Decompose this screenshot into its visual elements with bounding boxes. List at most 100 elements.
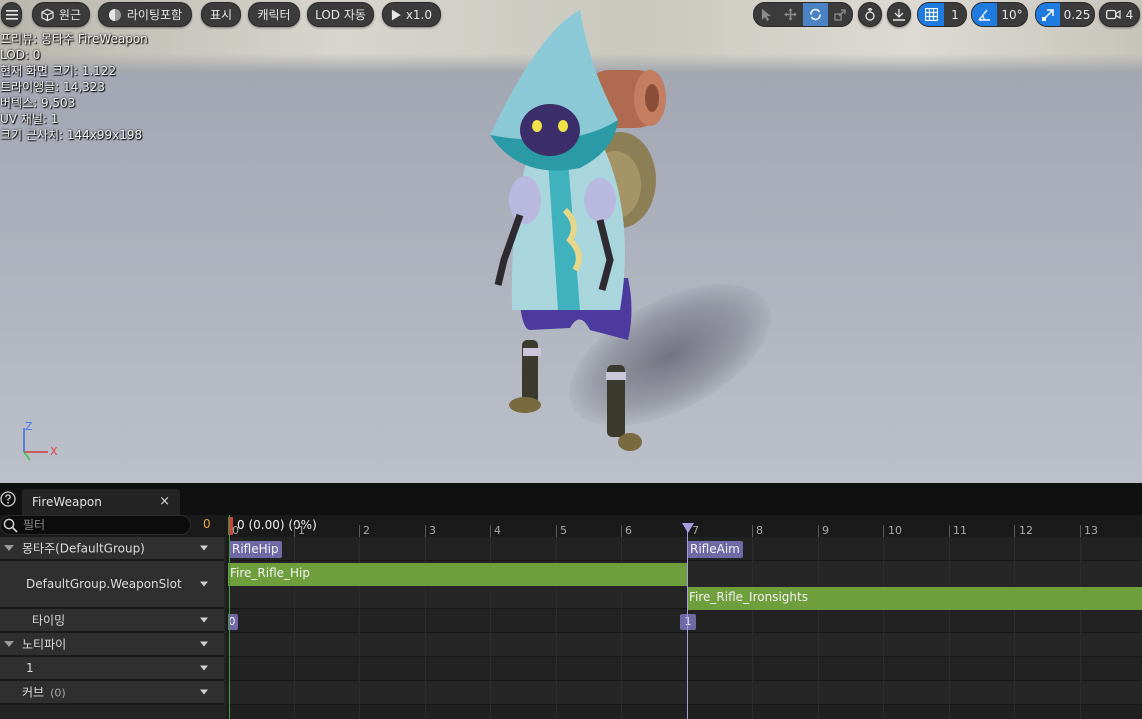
chevron-down-icon[interactable] bbox=[200, 665, 208, 671]
stat-lod: LOD: 0 bbox=[0, 48, 41, 62]
transform-mode-group bbox=[753, 2, 853, 27]
rotate-mode-button[interactable] bbox=[803, 3, 828, 26]
scale-mode-button[interactable] bbox=[828, 3, 853, 26]
playhead-handle[interactable] bbox=[682, 523, 694, 533]
grid-line bbox=[949, 537, 950, 719]
lit-sphere-icon bbox=[108, 8, 121, 21]
stat-uv-channels: UV 채널: 1 bbox=[0, 112, 59, 126]
close-icon[interactable]: × bbox=[159, 494, 170, 509]
lighting-button[interactable]: 라이팅포함 bbox=[98, 2, 192, 27]
rotation-snap-toggle[interactable] bbox=[972, 3, 997, 26]
montage-panel: FireWeapon × 0 몽타주(DefaultGroup) Default… bbox=[0, 483, 1142, 719]
filter-field[interactable] bbox=[0, 515, 191, 535]
tab-bar: FireWeapon × bbox=[0, 483, 1142, 515]
curves-count: (0) bbox=[50, 686, 66, 700]
character-label: 캐릭터 bbox=[257, 8, 291, 22]
camera-icon bbox=[1105, 9, 1121, 20]
timing-marker[interactable]: 1 bbox=[680, 614, 696, 630]
axis-z-label: Z bbox=[25, 420, 33, 433]
expand-arrow-icon[interactable] bbox=[4, 545, 14, 551]
grid-snap-toggle[interactable] bbox=[918, 3, 944, 26]
grid-line bbox=[1080, 537, 1081, 719]
select-mode-button[interactable] bbox=[754, 3, 779, 26]
ruler-tick-label: 13 bbox=[1084, 524, 1098, 537]
track-curves[interactable]: 커브 (0) bbox=[0, 681, 224, 705]
track-weapon-slot[interactable]: DefaultGroup.WeaponSlot bbox=[0, 561, 224, 609]
lighting-label: 라이팅포함 bbox=[126, 8, 183, 22]
ruler-tick-label: 9 bbox=[822, 524, 829, 537]
show-button[interactable]: 표시 bbox=[201, 2, 241, 27]
track-notify-1-label: 1 bbox=[26, 661, 34, 675]
section-riflehip[interactable]: RifleHip bbox=[229, 541, 282, 558]
grid-icon bbox=[924, 8, 938, 21]
ruler-tick bbox=[883, 525, 884, 537]
track-notify-1[interactable]: 1 bbox=[0, 657, 224, 681]
ruler-tick-label: 12 bbox=[1019, 524, 1033, 537]
chevron-down-icon[interactable] bbox=[200, 545, 208, 551]
angle-icon bbox=[978, 9, 990, 21]
grid-snap-value[interactable]: 1 bbox=[944, 3, 966, 26]
track-notifies[interactable]: 노티파이 bbox=[0, 633, 224, 657]
show-label: 표시 bbox=[209, 8, 233, 22]
tab-label: FireWeapon bbox=[32, 495, 102, 509]
chevron-down-icon[interactable] bbox=[200, 617, 208, 623]
ruler-tick bbox=[294, 525, 295, 537]
scale-arrow-icon bbox=[1042, 8, 1054, 21]
ruler-tick-label: 0 bbox=[232, 524, 239, 537]
segment-fire-rifle-hip[interactable]: Fire_Rifle_Hip bbox=[228, 563, 687, 586]
track-notifies-label: 노티파이 bbox=[22, 637, 67, 652]
scale-snap-group: 0.25 bbox=[1035, 2, 1095, 27]
track-montage-group[interactable]: 몽타주(DefaultGroup) bbox=[0, 537, 224, 561]
camera-speed-value: 4 bbox=[1125, 7, 1134, 22]
row-sections bbox=[228, 537, 1142, 561]
lod-button[interactable]: LOD 자동 bbox=[307, 2, 374, 27]
track-timing[interactable]: 타이밍 bbox=[0, 609, 224, 633]
grid-snap-group: 1 bbox=[917, 2, 967, 27]
segment-fire-rifle-ironsights[interactable]: Fire_Rifle_Ironsights bbox=[687, 587, 1142, 610]
play-speed-button[interactable]: x1.0 bbox=[382, 2, 441, 27]
camera-speed-button[interactable]: 4 bbox=[1099, 2, 1140, 27]
coordinate-system-button[interactable] bbox=[858, 2, 882, 27]
viewport-menu-button[interactable] bbox=[1, 2, 22, 27]
chevron-down-icon[interactable] bbox=[200, 641, 208, 647]
character-button[interactable]: 캐릭터 bbox=[248, 2, 300, 27]
ruler-tick-label: 5 bbox=[560, 524, 567, 537]
tab-fireweapon[interactable]: FireWeapon × bbox=[22, 489, 180, 515]
track-weapon-slot-label: DefaultGroup.WeaponSlot bbox=[26, 577, 182, 591]
section-rifleaim[interactable]: RifleAim bbox=[687, 541, 743, 558]
chevron-down-icon[interactable] bbox=[200, 689, 208, 695]
row-notifies bbox=[228, 633, 1142, 657]
viewport-stats: 프리뷰: 몽타주 FireWeapon LOD: 0 현재 화면 크기: 1.1… bbox=[0, 31, 148, 143]
search-icon bbox=[3, 518, 18, 533]
expand-arrow-icon[interactable] bbox=[4, 641, 14, 647]
ruler-tick-label: 8 bbox=[756, 524, 763, 537]
grid-line bbox=[1014, 537, 1015, 719]
move-arrows-icon bbox=[784, 8, 798, 21]
track-timing-label: 타이밍 bbox=[32, 613, 66, 628]
ruler-tick bbox=[556, 525, 557, 537]
rotate-icon bbox=[810, 8, 821, 21]
stat-preview: 프리뷰: 몽타주 FireWeapon bbox=[0, 32, 148, 46]
world-gizmo-icon bbox=[865, 7, 875, 21]
cube-icon bbox=[41, 8, 54, 21]
help-icon[interactable] bbox=[0, 491, 16, 507]
chevron-down-icon[interactable] bbox=[200, 581, 208, 587]
perspective-button[interactable]: 원근 bbox=[32, 2, 90, 27]
translate-mode-button[interactable] bbox=[779, 3, 804, 26]
timeline[interactable]: 0 (0.00) (0%) 0 1 2 3 4 5 6 7 8 9 10 11 … bbox=[228, 515, 1142, 719]
ruler-tick-label: 10 bbox=[888, 524, 902, 537]
axis-x-label: X bbox=[50, 445, 58, 458]
rotation-snap-value[interactable]: 10° bbox=[997, 3, 1027, 26]
ruler-tick bbox=[949, 525, 950, 537]
surface-snap-icon bbox=[893, 8, 905, 21]
preview-viewport[interactable]: 원근 라이팅포함 표시 캐릭터 LOD 자동 x1.0 1 10° 0.25 4… bbox=[0, 0, 1142, 483]
track-list: 몽타주(DefaultGroup) DefaultGroup.WeaponSlo… bbox=[0, 537, 226, 719]
surface-snap-button[interactable] bbox=[887, 2, 911, 27]
scale-snap-toggle[interactable] bbox=[1036, 3, 1060, 26]
ruler-tick bbox=[752, 525, 753, 537]
filter-count: 0 bbox=[203, 517, 211, 531]
filter-input[interactable] bbox=[23, 516, 183, 534]
playhead[interactable] bbox=[687, 525, 688, 719]
track-montage-group-label: 몽타주(DefaultGroup) bbox=[22, 541, 145, 556]
scale-snap-value[interactable]: 0.25 bbox=[1060, 3, 1094, 26]
